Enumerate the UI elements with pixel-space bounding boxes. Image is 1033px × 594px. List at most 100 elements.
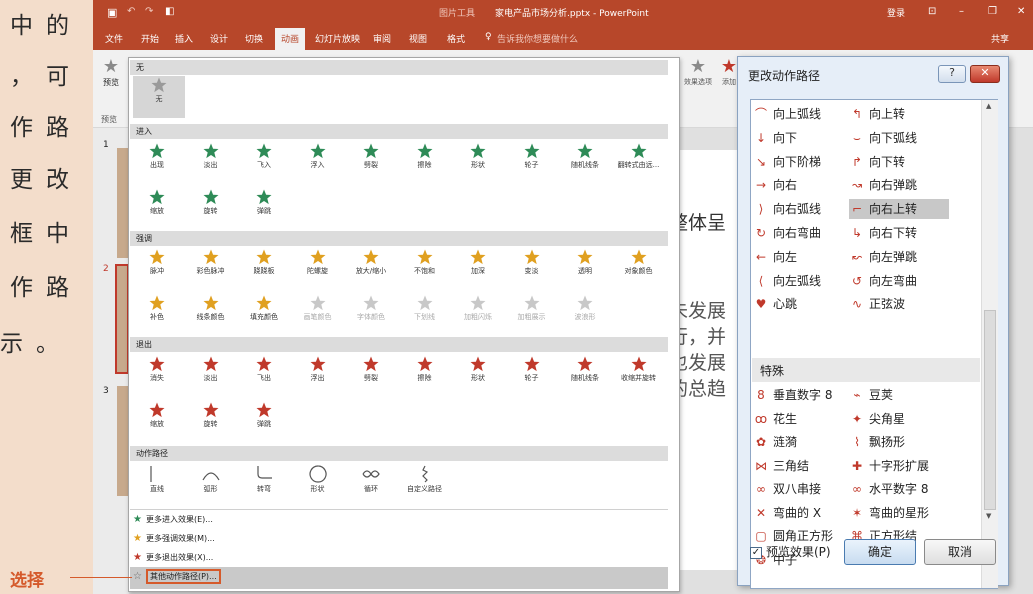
animation-effect-option[interactable]: 波浪形 bbox=[559, 294, 611, 334]
motion-path-list-item[interactable]: ⟩ 向右弧线 bbox=[753, 199, 821, 219]
motion-path-option[interactable]: 弧形 bbox=[185, 464, 237, 504]
motion-path-list-item[interactable]: ✦ 尖角星 bbox=[849, 409, 905, 429]
tab-home[interactable]: 开始 bbox=[141, 32, 159, 45]
motion-path-list-item[interactable]: ✶ 弯曲的星形 bbox=[849, 503, 929, 523]
animation-effect-option[interactable]: 填充颜色 bbox=[238, 294, 290, 334]
tab-file[interactable]: 文件 bbox=[105, 32, 123, 45]
motion-path-list-item[interactable]: ⋈ 三角结 bbox=[753, 456, 809, 476]
motion-path-list-item[interactable]: ⌣ 向下弧线 bbox=[849, 128, 917, 148]
tab-insert[interactable]: 插入 bbox=[175, 32, 193, 45]
dialog-close-button[interactable]: ✕ bbox=[970, 65, 1000, 83]
animation-effect-option[interactable]: 淡出 bbox=[185, 142, 237, 182]
motion-path-list-item[interactable]: ↺ 向左弯曲 bbox=[849, 271, 917, 291]
slide-thumbnail-selected[interactable] bbox=[115, 264, 129, 374]
animation-effect-option[interactable]: 缩放 bbox=[131, 188, 183, 228]
animation-effect-option[interactable]: 飞出 bbox=[238, 355, 290, 395]
tab-animations[interactable]: 动画 bbox=[275, 28, 306, 50]
animation-effect-option[interactable]: 放大/缩小 bbox=[345, 248, 397, 288]
animation-effect-option[interactable]: 画笔颜色 bbox=[292, 294, 344, 334]
share-button[interactable]: 共享 bbox=[991, 32, 1009, 45]
animation-effect-option[interactable]: 浮入 bbox=[292, 142, 344, 182]
animation-effect-option[interactable]: 轮子 bbox=[506, 142, 558, 182]
more-entrance-effects[interactable]: ★ 更多进入效果(E)... bbox=[133, 514, 213, 525]
scroll-down-icon[interactable]: ▼ bbox=[986, 512, 991, 520]
animation-effect-option[interactable]: 透明 bbox=[559, 248, 611, 288]
animation-effect-option[interactable]: 彩色脉冲 bbox=[185, 248, 237, 288]
motion-path-list-item[interactable]: ↱ 向下转 bbox=[849, 152, 905, 172]
preview-effect-checkbox[interactable]: ✓ 预览效果(P) bbox=[750, 543, 831, 560]
motion-path-list-item[interactable]: 8 垂直数字 8 bbox=[753, 385, 832, 405]
animation-effect-option[interactable]: 劈裂 bbox=[345, 142, 397, 182]
ok-button[interactable]: 确定 bbox=[844, 539, 916, 565]
motion-path-option[interactable]: 直线 bbox=[131, 464, 183, 504]
motion-path-option[interactable]: 自定义路径 bbox=[399, 464, 451, 504]
motion-path-list-item[interactable]: ✿ 涟漪 bbox=[753, 432, 797, 452]
motion-path-list-item[interactable]: ← 向左 bbox=[753, 247, 797, 267]
animation-effect-option[interactable]: 线条颜色 bbox=[185, 294, 237, 334]
animation-effect-option[interactable]: 浮出 bbox=[292, 355, 344, 395]
animation-effect-option[interactable]: 擦除 bbox=[399, 355, 451, 395]
motion-path-list-item[interactable]: ✕ 弯曲的 X bbox=[753, 503, 821, 523]
save-icon[interactable]: ▣ bbox=[107, 6, 117, 19]
animation-effect-option[interactable]: 旋转 bbox=[185, 188, 237, 228]
animation-effect-option[interactable]: 随机线条 bbox=[559, 355, 611, 395]
motion-path-list-item[interactable]: ꝏ 花生 bbox=[753, 409, 797, 429]
animation-effect-option[interactable]: 不饱和 bbox=[399, 248, 451, 288]
tell-me-search[interactable]: 告诉我你想要做什么 bbox=[497, 32, 578, 45]
motion-path-option[interactable]: 转弯 bbox=[238, 464, 290, 504]
more-motion-paths[interactable]: ☆ 其他动作路径(P)... bbox=[133, 569, 221, 584]
animation-effect-option[interactable]: 加粗展示 bbox=[506, 294, 558, 334]
motion-path-list-item[interactable]: ♥ 心跳 bbox=[753, 294, 797, 314]
effect-options-button[interactable]: ★ 效果选项 bbox=[681, 56, 715, 87]
more-exit-effects[interactable]: ★ 更多退出效果(X)... bbox=[133, 552, 213, 563]
animation-effect-option[interactable]: 变淡 bbox=[506, 248, 558, 288]
animation-effect-option[interactable]: 加粗闪烁 bbox=[452, 294, 504, 334]
tab-slideshow[interactable]: 幻灯片放映 bbox=[315, 32, 360, 45]
animation-effect-option[interactable]: 飞入 bbox=[238, 142, 290, 182]
animation-effect-option[interactable]: 字体颜色 bbox=[345, 294, 397, 334]
motion-path-list-item[interactable]: ∿ 正弦波 bbox=[849, 294, 905, 314]
animation-effect-option[interactable]: 下划线 bbox=[399, 294, 451, 334]
motion-path-list-item[interactable]: ⟨ 向左弧线 bbox=[753, 271, 821, 291]
more-emphasis-effects[interactable]: ★ 更多强调效果(M)... bbox=[133, 533, 215, 544]
motion-path-list-item[interactable]: ↘ 向下阶梯 bbox=[753, 152, 821, 172]
animation-effect-option[interactable]: 擦除 bbox=[399, 142, 451, 182]
motion-path-list-item[interactable]: ⌒ 向上弧线 bbox=[753, 104, 821, 124]
login-link[interactable]: 登录 bbox=[887, 6, 905, 19]
animation-effect-option[interactable]: 随机线条 bbox=[559, 142, 611, 182]
animation-effect-option[interactable]: 脉冲 bbox=[131, 248, 183, 288]
scrollbar[interactable]: ▲ ▼ bbox=[981, 100, 998, 588]
animation-effect-option[interactable]: 跷跷板 bbox=[238, 248, 290, 288]
scroll-thumb[interactable] bbox=[984, 310, 996, 510]
animation-effect-option[interactable]: 弹跳 bbox=[238, 188, 290, 228]
motion-path-list-item[interactable]: → 向右 bbox=[753, 175, 797, 195]
animation-effect-option[interactable]: 轮子 bbox=[506, 355, 558, 395]
animation-effect-option[interactable]: 加深 bbox=[452, 248, 504, 288]
add-animation-button[interactable]: ★ 添加 bbox=[719, 56, 739, 87]
motion-path-option[interactable]: 形状 bbox=[292, 464, 344, 504]
animation-effect-option[interactable]: 翻转式由远... bbox=[613, 142, 665, 182]
motion-path-list-item[interactable]: ∞ 水平数字 8 bbox=[849, 479, 928, 499]
tab-transitions[interactable]: 切换 bbox=[245, 32, 263, 45]
redo-icon[interactable]: ↷ bbox=[145, 6, 153, 17]
tab-review[interactable]: 审阅 bbox=[373, 32, 391, 45]
tab-format[interactable]: 格式 bbox=[447, 32, 465, 45]
animation-effect-option[interactable]: 出现 bbox=[131, 142, 183, 182]
cancel-button[interactable]: 取消 bbox=[924, 539, 996, 565]
motion-path-list-item[interactable]: ⌇ 飘扬形 bbox=[849, 432, 905, 452]
animation-effect-option[interactable]: 缩放 bbox=[131, 401, 183, 441]
motion-path-list-item[interactable]: ✚ 十字形扩展 bbox=[849, 456, 929, 476]
animation-effect-option[interactable]: 无 bbox=[133, 76, 185, 118]
animation-effect-option[interactable]: 形状 bbox=[452, 142, 504, 182]
motion-path-list-item[interactable]: ⌁ 豆荚 bbox=[849, 385, 893, 405]
tab-view[interactable]: 视图 bbox=[409, 32, 427, 45]
motion-path-list-item[interactable]: ∞ 双八串接 bbox=[753, 479, 821, 499]
motion-path-list-item[interactable]: ↻ 向右弯曲 bbox=[753, 223, 821, 243]
motion-path-list-item[interactable]: ⌐ 向右上转 bbox=[849, 199, 949, 220]
start-icon[interactable]: ◧ bbox=[165, 6, 174, 17]
motion-path-list-item[interactable]: ↝ 向右弹跳 bbox=[849, 175, 917, 195]
tab-design[interactable]: 设计 bbox=[210, 32, 228, 45]
preview-button[interactable]: ★ 预览 bbox=[99, 56, 123, 88]
maximize-icon[interactable]: ❐ bbox=[988, 6, 997, 17]
help-button[interactable]: ? bbox=[938, 65, 966, 83]
